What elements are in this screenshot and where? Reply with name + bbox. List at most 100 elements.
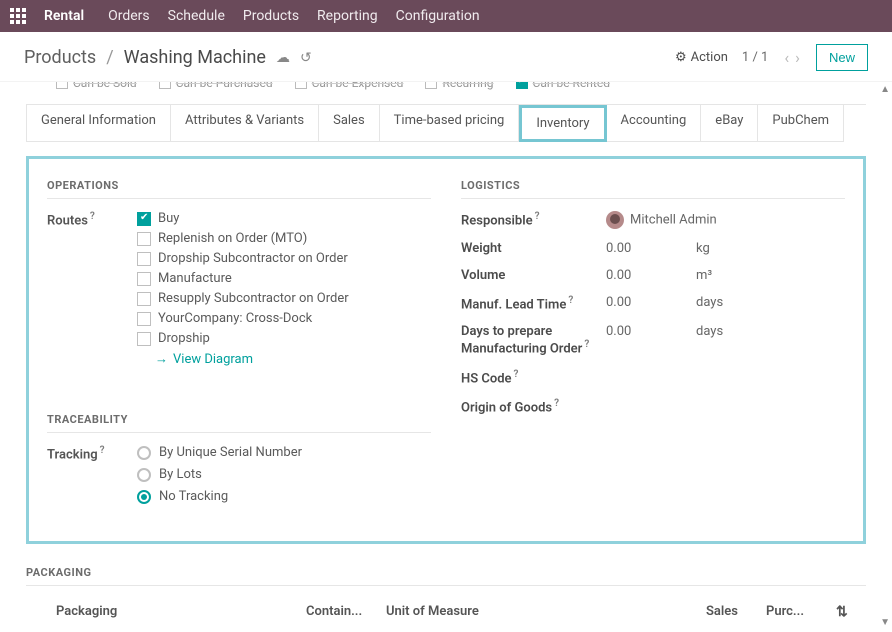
responsible-value[interactable]: Mitchell Admin: [606, 211, 845, 229]
days-prepare-label: Days to prepareManufacturing Order?: [461, 324, 606, 356]
form-scroll-area[interactable]: Can be Sold Can be Purchased Can be Expe…: [0, 82, 892, 632]
volume-label: Volume: [461, 268, 606, 283]
responsible-row: Responsible? Mitchell Admin: [461, 211, 845, 229]
topbar: Rental Orders Schedule Products Reportin…: [0, 0, 892, 32]
tab-pubchem[interactable]: PubChem: [758, 105, 844, 142]
radio-icon[interactable]: [137, 468, 151, 482]
lead-time-unit: days: [696, 295, 845, 310]
routes-row: Routes? Buy Replenish on Order (MTO) Dro…: [47, 211, 431, 367]
logistics-title: LOGISTICS: [461, 179, 845, 199]
days-prepare-value[interactable]: 0.00: [606, 324, 696, 339]
volume-row: Volume 0.00 m³: [461, 268, 845, 283]
tab-ebay[interactable]: eBay: [701, 105, 758, 142]
checkbox-icon[interactable]: [137, 272, 151, 286]
tabs: General Information Attributes & Variant…: [26, 104, 866, 142]
operations-title: OPERATIONS: [47, 179, 431, 199]
nav-configuration[interactable]: Configuration: [396, 8, 480, 24]
nav-orders[interactable]: Orders: [108, 8, 150, 24]
product-flags-row: Can be Sold Can be Purchased Can be Expe…: [26, 82, 866, 92]
help-icon[interactable]: ?: [90, 211, 95, 222]
checkbox-icon[interactable]: [137, 252, 151, 266]
tracking-label: Tracking?: [47, 445, 137, 462]
route-manufacture[interactable]: Manufacture: [137, 271, 431, 286]
avatar: [606, 211, 624, 229]
days-prepare-unit: days: [696, 324, 845, 339]
hs-code-row: HS Code?: [461, 369, 845, 386]
weight-unit: kg: [696, 241, 845, 256]
tab-sales[interactable]: Sales: [319, 105, 380, 142]
weight-value[interactable]: 0.00: [606, 241, 696, 256]
help-icon[interactable]: ?: [568, 295, 573, 306]
tab-general-information[interactable]: General Information: [27, 105, 171, 142]
apps-icon[interactable]: [10, 8, 26, 24]
tracking-serial[interactable]: By Unique Serial Number: [137, 445, 431, 460]
help-icon[interactable]: ?: [100, 445, 105, 456]
tab-inventory[interactable]: Inventory: [519, 105, 606, 142]
action-dropdown[interactable]: ⚙ Action: [675, 50, 728, 65]
tracking-lots[interactable]: By Lots: [137, 467, 431, 482]
pack-col-name: Packaging: [26, 604, 306, 620]
volume-unit: m³: [696, 268, 845, 283]
nav-reporting[interactable]: Reporting: [317, 8, 378, 24]
checkbox-icon[interactable]: [137, 332, 151, 346]
flag-can-be-expensed[interactable]: Can be Expensed: [295, 82, 404, 90]
packaging-header: Packaging Contain... Unit of Measure Sal…: [26, 598, 866, 626]
control-bar: Products / Washing Machine ☁ ↺ ⚙ Action …: [0, 32, 892, 82]
tab-attributes-variants[interactable]: Attributes & Variants: [171, 105, 319, 142]
view-diagram-link[interactable]: →View Diagram: [155, 351, 431, 367]
sliders-icon[interactable]: ⇅: [836, 604, 866, 620]
route-cross-dock[interactable]: YourCompany: Cross-Dock: [137, 311, 431, 326]
pack-col-uom: Unit of Measure: [386, 604, 586, 620]
pack-col-contain: Contain...: [306, 604, 386, 620]
route-buy[interactable]: Buy: [137, 211, 431, 226]
new-button[interactable]: New: [816, 44, 868, 71]
help-icon[interactable]: ?: [584, 339, 589, 350]
weight-row: Weight 0.00 kg: [461, 241, 845, 256]
route-replenish-mto[interactable]: Replenish on Order (MTO): [137, 231, 431, 246]
pager-next-icon[interactable]: ›: [793, 48, 802, 67]
checkbox-icon[interactable]: [137, 312, 151, 326]
origin-label: Origin of Goods?: [461, 398, 606, 415]
arrow-right-icon: →: [155, 351, 168, 367]
flag-can-be-sold[interactable]: Can be Sold: [56, 82, 137, 90]
checkbox-icon[interactable]: [137, 212, 151, 226]
cloud-icon[interactable]: ☁: [276, 50, 290, 66]
scroll-down-icon[interactable]: ▼: [880, 617, 890, 628]
lead-time-value[interactable]: 0.00: [606, 295, 696, 310]
action-label: Action: [691, 50, 728, 65]
routes-label: Routes?: [47, 211, 137, 228]
volume-value[interactable]: 0.00: [606, 268, 696, 283]
help-icon[interactable]: ?: [554, 398, 559, 409]
checkbox-icon[interactable]: [137, 232, 151, 246]
tracking-options: By Unique Serial Number By Lots No Track…: [137, 445, 431, 511]
route-dropship[interactable]: Dropship: [137, 331, 431, 346]
scroll-up-icon[interactable]: ▲: [880, 84, 890, 95]
pager-prev-icon[interactable]: ‹: [782, 48, 791, 67]
app-brand[interactable]: Rental: [44, 8, 84, 24]
flag-can-be-rented[interactable]: Can be Rented: [516, 82, 610, 90]
tab-accounting[interactable]: Accounting: [607, 105, 702, 142]
breadcrumb-root[interactable]: Products: [24, 47, 96, 68]
tracking-row: Tracking? By Unique Serial Number By Lot…: [47, 445, 431, 511]
breadcrumb: Products / Washing Machine ☁ ↺: [24, 47, 312, 68]
undo-icon[interactable]: ↺: [300, 50, 312, 66]
checkbox-icon[interactable]: [137, 292, 151, 306]
origin-row: Origin of Goods?: [461, 398, 845, 415]
inventory-panel: OPERATIONS Routes? Buy Replenish on Orde…: [26, 156, 866, 544]
right-column: LOGISTICS Responsible? Mitchell Admin We…: [461, 179, 845, 517]
radio-icon[interactable]: [137, 446, 151, 460]
help-icon[interactable]: ?: [514, 369, 519, 380]
route-resupply-subcontractor[interactable]: Resupply Subcontractor on Order: [137, 291, 431, 306]
tracking-none[interactable]: No Tracking: [137, 489, 431, 504]
radio-icon[interactable]: [137, 490, 151, 504]
flag-recurring[interactable]: Recurring: [425, 82, 493, 90]
nav-products[interactable]: Products: [243, 8, 299, 24]
pager-count: 1 / 1: [742, 50, 768, 65]
weight-label: Weight: [461, 241, 606, 256]
help-icon[interactable]: ?: [535, 211, 540, 222]
tab-time-based-pricing[interactable]: Time-based pricing: [380, 105, 520, 142]
route-dropship-subcontractor[interactable]: Dropship Subcontractor on Order: [137, 251, 431, 266]
routes-list: Buy Replenish on Order (MTO) Dropship Su…: [137, 211, 431, 367]
nav-schedule[interactable]: Schedule: [168, 8, 225, 24]
flag-can-be-purchased[interactable]: Can be Purchased: [159, 82, 273, 90]
